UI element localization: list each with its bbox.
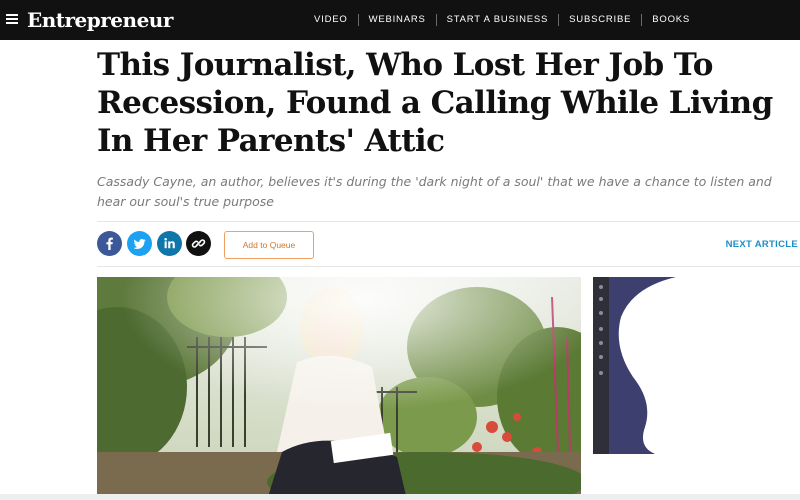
article-hero-image <box>97 277 581 500</box>
site-logo[interactable]: Entrepreneur <box>27 8 173 32</box>
nav-item-books[interactable]: BOOKS <box>641 14 700 26</box>
linkedin-share-button[interactable] <box>157 231 182 256</box>
divider <box>97 221 800 222</box>
top-navigation-bar: Entrepreneur VIDEO WEBINARS START A BUSI… <box>0 0 800 40</box>
side-advertisement[interactable] <box>593 277 676 454</box>
nav-item-webinars[interactable]: WEBINARS <box>357 14 436 26</box>
nav-item-video[interactable]: VIDEO <box>304 14 358 26</box>
divider <box>97 266 800 267</box>
facebook-share-button[interactable] <box>97 231 122 256</box>
hero-photo <box>97 277 581 500</box>
facebook-icon <box>97 231 122 256</box>
hamburger-menu-icon[interactable] <box>6 14 18 24</box>
link-icon <box>186 231 211 256</box>
copy-link-button[interactable] <box>186 231 211 256</box>
main-nav: VIDEO WEBINARS START A BUSINESS SUBSCRIB… <box>304 0 700 40</box>
add-to-queue-button[interactable]: Add to Queue <box>224 231 314 259</box>
next-article-link[interactable]: NEXT ARTICLE <box>726 239 798 250</box>
twitter-share-button[interactable] <box>127 231 152 256</box>
article-title: This Journalist, Who Lost Her Job To Rec… <box>97 47 773 159</box>
page-footer-strip <box>0 494 800 500</box>
linkedin-icon <box>157 231 182 256</box>
nav-item-subscribe[interactable]: SUBSCRIBE <box>558 14 641 26</box>
nav-item-start-a-business[interactable]: START A BUSINESS <box>435 14 559 26</box>
ad-graphic <box>593 277 676 454</box>
article-subtitle: Cassady Cayne, an author, believes it's … <box>97 174 772 209</box>
twitter-icon <box>127 231 152 256</box>
